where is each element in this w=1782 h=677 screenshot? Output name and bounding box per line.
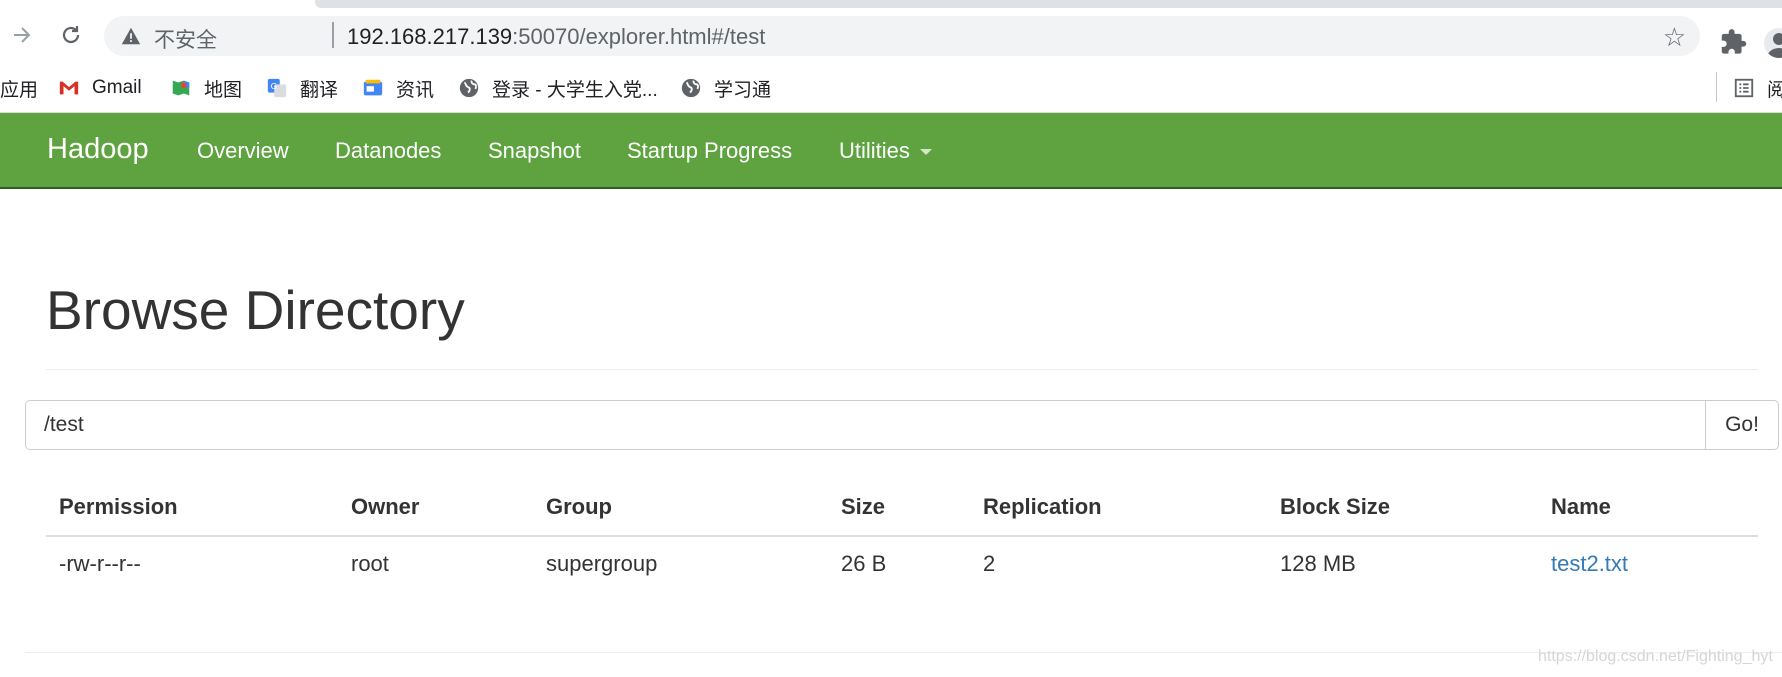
bookmark-gmail[interactable]: Gmail (58, 74, 142, 102)
url-path: :50070/explorer.html#/test (512, 24, 766, 49)
maps-icon (172, 80, 190, 96)
cell-group: supergroup (546, 551, 658, 576)
file-name-link[interactable]: test2.txt (1551, 551, 1628, 577)
directory-path-input[interactable]: /test (25, 400, 1706, 450)
bookmark-label: 翻译 (300, 79, 339, 101)
table-header: Permission Owner Group Size Replication … (46, 480, 1758, 537)
header-name[interactable]: Name (1551, 494, 1611, 520)
bookmark-label: Gmail (92, 77, 142, 98)
reading-list-icon (1734, 78, 1754, 98)
bookmark-xuexitong[interactable]: 学习通 (680, 74, 771, 102)
path-search-group: /test Go! (25, 400, 1779, 450)
globe-icon (459, 78, 479, 98)
forward-icon[interactable] (7, 20, 37, 50)
caret-down-icon (919, 149, 932, 156)
header-size[interactable]: Size (841, 494, 885, 520)
cell-owner: root (351, 551, 389, 576)
cell-block-size: 128 MB (1280, 551, 1356, 576)
go-button[interactable]: Go! (1705, 400, 1779, 450)
bookmark-party-login[interactable]: 登录 - 大学生入党... (458, 74, 658, 102)
directory-table: Permission Owner Group Size Replication … (46, 480, 1758, 576)
extensions-icon[interactable] (1720, 28, 1748, 56)
insecure-label[interactable]: 不安全 (154, 24, 217, 54)
header-owner[interactable]: Owner (351, 494, 419, 520)
address-bar[interactable]: 不安全 192.168.217.139:50070/explorer.html#… (104, 16, 1700, 56)
bookmark-apps[interactable]: 应用 (0, 74, 38, 102)
nav-utilities[interactable]: Utilities (839, 138, 932, 164)
bookmark-star-icon[interactable]: ☆ (1663, 22, 1686, 53)
url-host: 192.168.217.139 (347, 24, 513, 49)
news-icon (363, 79, 383, 96)
title-divider (46, 369, 1758, 370)
reading-list-label: 阅 (1767, 79, 1782, 101)
header-permission[interactable]: Permission (59, 494, 178, 520)
bookmark-label: 资讯 (396, 79, 435, 101)
page-title: Browse Directory (46, 279, 465, 341)
header-replication[interactable]: Replication (983, 494, 1102, 520)
cell-permission: -rw-r--r-- (59, 551, 141, 576)
cell-size: 26 B (841, 551, 887, 576)
url-text[interactable]: 192.168.217.139:50070/explorer.html#/tes… (347, 24, 765, 50)
bookmark-news[interactable]: 资讯 (362, 74, 434, 102)
header-group[interactable]: Group (546, 494, 612, 520)
bookmark-maps[interactable]: 地图 (170, 74, 242, 102)
translate-icon: G (267, 78, 287, 98)
header-block-size[interactable]: Block Size (1280, 494, 1390, 520)
bookmark-label: 登录 - 大学生入党... (492, 79, 658, 101)
watermark-text: https://blog.csdn.net/Fighting_hyt (1538, 648, 1773, 665)
warning-icon[interactable] (120, 25, 142, 47)
nav-startup-progress[interactable]: Startup Progress (627, 138, 792, 164)
cell-replication: 2 (983, 551, 996, 576)
nav-utilities-label: Utilities (839, 138, 910, 163)
bookmarks-separator (1716, 72, 1717, 102)
bookmark-label: 地图 (204, 79, 243, 101)
bookmarks-bar: 应用 Gmail 地图 G 翻译 资讯 登录 - 大学生入党... 学习通 阅 (0, 64, 1782, 113)
bookmark-label: 学习通 (714, 79, 772, 101)
browser-toolbar: 不安全 192.168.217.139:50070/explorer.html#… (0, 8, 1782, 64)
profile-avatar-icon[interactable] (1764, 28, 1782, 58)
nav-datanodes[interactable]: Datanodes (335, 138, 441, 164)
svg-text:G: G (271, 81, 277, 91)
tab-strip (315, 0, 1782, 8)
hadoop-navbar: Hadoop Overview Datanodes Snapshot Start… (0, 113, 1782, 189)
nav-snapshot[interactable]: Snapshot (488, 138, 581, 164)
gmail-icon (59, 81, 79, 95)
nav-overview[interactable]: Overview (197, 138, 289, 164)
brand-link[interactable]: Hadoop (47, 133, 149, 166)
bookmark-label: 应用 (0, 79, 39, 101)
reading-list-button[interactable]: 阅 (1733, 74, 1782, 102)
bookmark-translate[interactable]: G 翻译 (266, 74, 338, 102)
footer-divider (25, 652, 1782, 653)
reload-icon[interactable] (56, 20, 86, 50)
globe-icon (681, 78, 701, 98)
omnibox-separator (332, 22, 334, 48)
